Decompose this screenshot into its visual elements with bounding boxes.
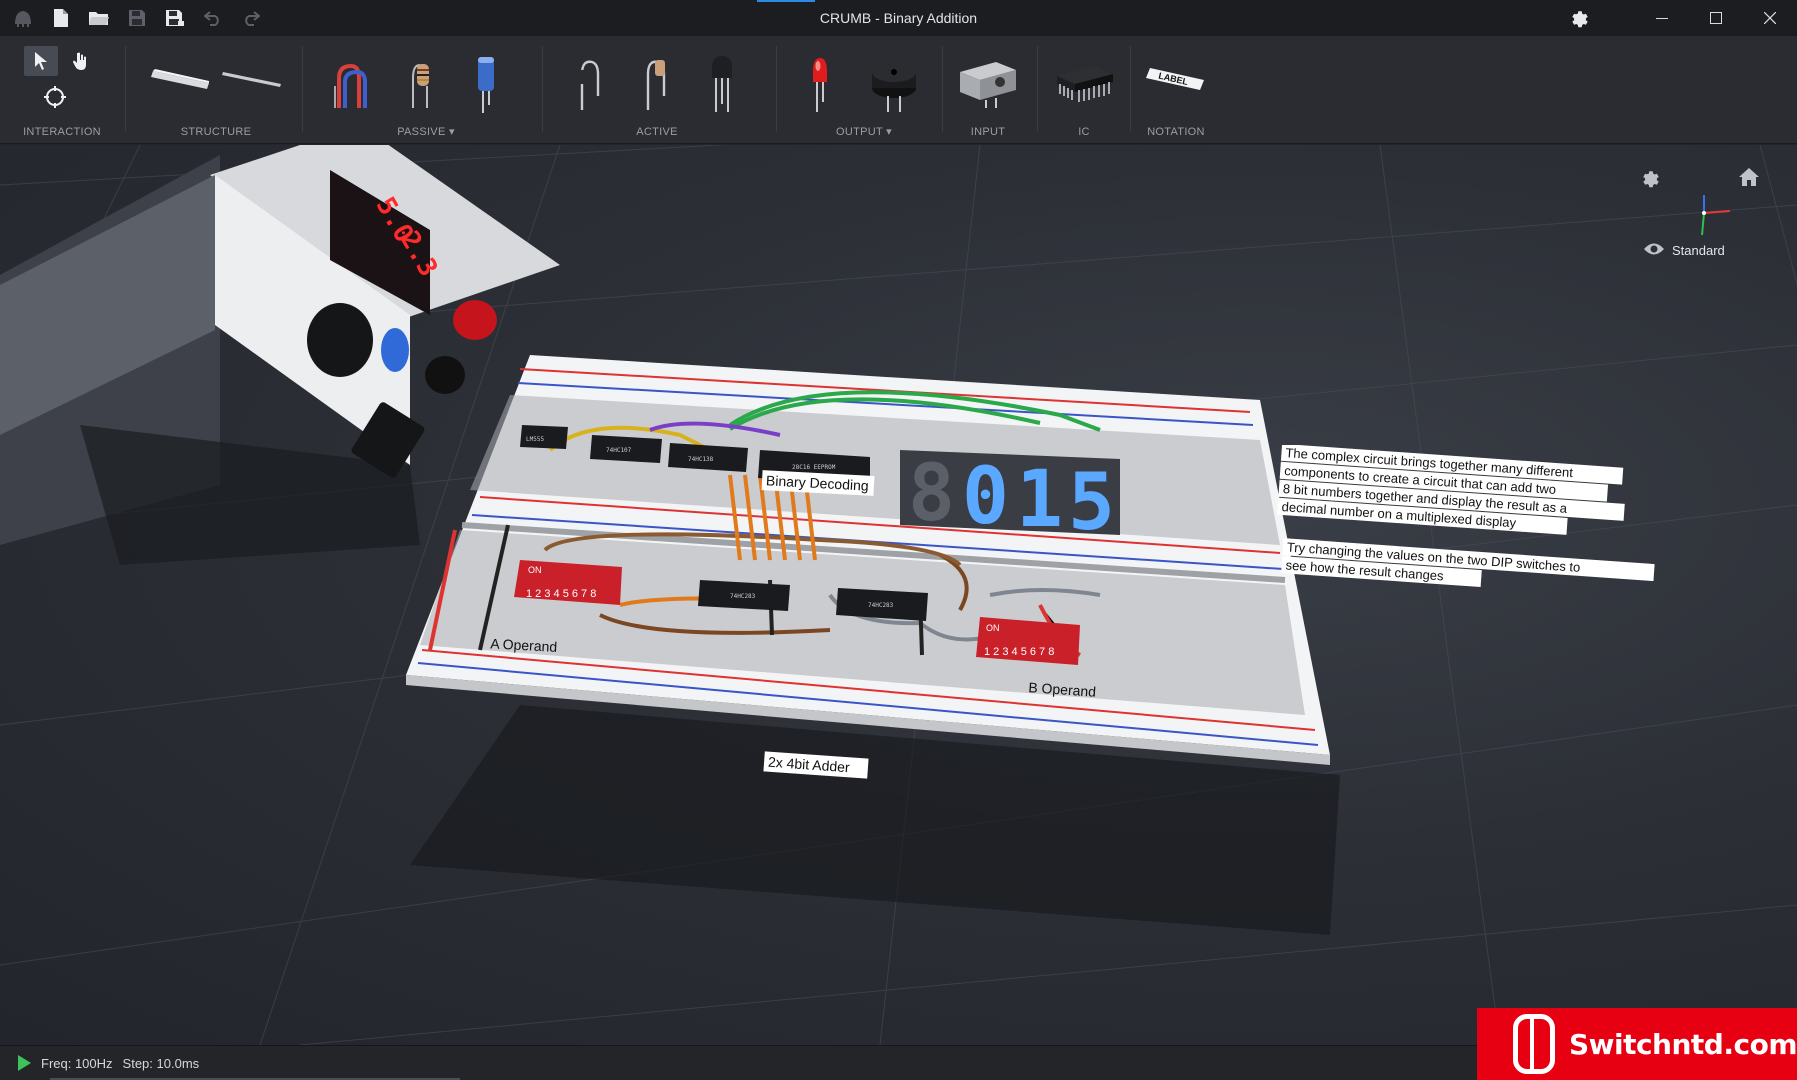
dip-on-label: ON — [986, 623, 1000, 633]
diode-icon[interactable] — [572, 54, 608, 114]
play-icon[interactable] — [18, 1055, 31, 1071]
step-readout: Step: 10.0ms — [122, 1055, 200, 1071]
app-logo-icon — [10, 5, 36, 31]
group-passive: PASSIVE ▾ — [310, 36, 542, 144]
chip-label: 74HC283 — [730, 593, 756, 600]
label-icon-text: LABEL — [1158, 71, 1190, 88]
group-label: OUTPUT — [835, 126, 883, 138]
rail-structure-icon[interactable] — [220, 60, 284, 94]
note-labels: The complex circuit brings together many… — [1277, 445, 1655, 588]
display-digit: 1 — [1016, 455, 1063, 545]
view-settings-gear-icon[interactable] — [1640, 167, 1662, 194]
dip-on-label: ON — [528, 565, 542, 575]
output-dropdown[interactable]: OUTPUT ▾ — [784, 125, 944, 138]
crosshair-tool-icon[interactable] — [40, 82, 70, 112]
group-label: PASSIVE — [397, 126, 446, 138]
save-as-icon[interactable] — [162, 5, 188, 31]
toolbar-divider — [1037, 46, 1038, 132]
toolbar-divider — [542, 46, 543, 132]
display-digit: 0 — [962, 452, 1009, 542]
axis-gizmo-icon[interactable] — [1692, 193, 1732, 242]
title-bar: CRUMB - Binary Addition — [0, 0, 1797, 36]
dip-b-numbers: 1 2 3 4 5 6 7 8 — [984, 646, 1054, 658]
chip-label: 74HC107 — [606, 447, 632, 454]
display-digit: 8 — [908, 449, 955, 539]
open-folder-icon[interactable] — [86, 5, 112, 31]
window-title: CRUMB - Binary Addition — [819, 10, 978, 26]
group-interaction: INTERACTION — [14, 36, 110, 144]
toolbar-divider — [776, 46, 777, 132]
buzzer-icon[interactable] — [868, 56, 920, 116]
led-diode-icon[interactable] — [638, 54, 674, 114]
resistor-icon[interactable] — [402, 54, 438, 112]
chip-label: LM555 — [526, 436, 544, 443]
hand-tool-icon[interactable] — [66, 46, 96, 76]
group-label: IC — [1078, 126, 1090, 138]
chevron-down-icon: ▾ — [886, 126, 892, 138]
save-icon[interactable] — [124, 5, 150, 31]
group-ic: IC — [1044, 36, 1124, 144]
undo-icon[interactable] — [200, 5, 226, 31]
redo-icon[interactable] — [238, 5, 264, 31]
minimize-button[interactable] — [1635, 0, 1689, 36]
group-label: NOTATION — [1147, 126, 1205, 138]
power-jack-input-icon[interactable] — [956, 54, 1020, 110]
capacitor-icon[interactable] — [470, 54, 502, 116]
select-pointer-tool[interactable] — [24, 46, 58, 76]
watermark-text: Switchntd.com — [1568, 1027, 1797, 1061]
dip-a-numbers: 1 2 3 4 5 6 7 8 — [526, 588, 596, 600]
group-label: STRUCTURE — [180, 126, 252, 138]
title-accent-bar — [757, 0, 815, 2]
group-label: ACTIVE — [636, 126, 678, 138]
chip-label: 28C16 EEPROM — [792, 464, 836, 471]
home-view-icon[interactable] — [1738, 167, 1760, 192]
close-button[interactable] — [1743, 0, 1797, 36]
file-toolbar — [0, 5, 264, 31]
chip-label: 74HC283 — [868, 602, 894, 609]
transistor-icon[interactable] — [704, 52, 740, 116]
3d-viewport[interactable]: 5.0 2.3 LM555 74HC107 74HC138 28C16 EEPR… — [0, 145, 1797, 1045]
label-notation-icon[interactable]: LABEL — [1144, 58, 1208, 98]
toolbar-divider — [302, 46, 303, 132]
view-mode-label[interactable]: Standard — [1672, 243, 1725, 258]
wire-passive-icon[interactable] — [330, 54, 376, 112]
group-input: INPUT — [948, 36, 1028, 144]
toolbar-divider — [1130, 46, 1131, 132]
new-file-icon[interactable] — [48, 5, 74, 31]
frequency-readout: Freq: 100Hz — [41, 1055, 113, 1071]
group-label: INPUT — [970, 126, 1006, 138]
chevron-down-icon: ▾ — [448, 126, 455, 138]
ic-chip-icon[interactable] — [1054, 60, 1116, 108]
toolbar-divider — [942, 46, 943, 132]
switch-logo-icon — [1513, 1014, 1555, 1074]
eye-view-icon[interactable] — [1643, 242, 1665, 261]
display-digit: 5 — [1068, 458, 1115, 548]
group-structure: STRUCTURE — [130, 36, 302, 144]
toolbar-divider — [125, 46, 126, 132]
component-toolbar: INTERACTION STRUCTURE PASSIVE ▾ ACTIVE O… — [0, 36, 1797, 144]
red-led-icon[interactable] — [804, 52, 836, 116]
passive-dropdown[interactable]: PASSIVE ▾ — [310, 125, 542, 138]
maximize-button[interactable] — [1689, 0, 1743, 36]
group-notation: LABEL NOTATION — [1136, 36, 1216, 144]
group-output: OUTPUT ▾ — [784, 36, 944, 144]
breadboard-structure-icon[interactable] — [148, 58, 214, 94]
group-active: ACTIVE — [550, 36, 764, 144]
breadboard[interactable]: LM555 74HC107 74HC138 28C16 EEPROM 74HC2… — [400, 355, 1400, 915]
watermark-banner: Switchntd.com — [1477, 1008, 1797, 1080]
group-label: INTERACTION — [23, 126, 101, 138]
settings-gear-icon[interactable] — [1553, 0, 1607, 36]
chip-label: 74HC138 — [688, 456, 714, 463]
